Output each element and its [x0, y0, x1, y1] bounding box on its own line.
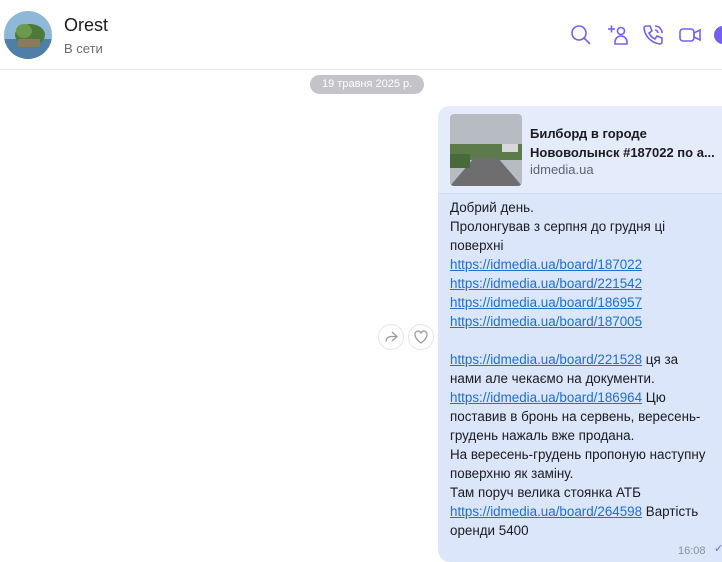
- message-text: Добрий день. Пролонгував з серпня до гру…: [450, 198, 720, 540]
- more-icon[interactable]: [714, 26, 722, 44]
- message-bubble[interactable]: Билборд в городе Нововолынск #187022 по …: [438, 106, 722, 562]
- search-icon[interactable]: [568, 22, 594, 48]
- read-check-icon: ✓✓: [714, 543, 722, 555]
- board-link[interactable]: https://idmedia.ua/board/187005: [450, 314, 642, 329]
- message-time: 16:08: [678, 545, 706, 557]
- link-preview[interactable]: Билборд в городе Нововолынск #187022 по …: [438, 106, 722, 194]
- message-text-span: Вартість: [642, 504, 699, 519]
- message-line: грудень нажаль вже продана.: [450, 428, 635, 443]
- message-line: поставив в бронь на сервень, вересень-: [450, 409, 701, 424]
- video-call-icon[interactable]: [677, 22, 703, 48]
- message-line: Пролонгував з серпня до грудня ці: [450, 219, 666, 234]
- avatar[interactable]: [4, 11, 52, 59]
- preview-site: idmedia.ua: [530, 162, 594, 177]
- preview-image: [450, 114, 522, 186]
- message-line: оренди 5400: [450, 523, 529, 538]
- message-line: нами але чекаємо на документи.: [450, 371, 655, 386]
- board-link[interactable]: https://idmedia.ua/board/221528: [450, 352, 642, 367]
- message-line: Там поруч велика стоянка АТБ: [450, 485, 641, 500]
- message-line: поверхню як заміну.: [450, 466, 574, 481]
- contact-status: В сети: [64, 41, 103, 56]
- message-text-span: Цю: [642, 390, 666, 405]
- board-link[interactable]: https://idmedia.ua/board/264598: [450, 504, 642, 519]
- forward-icon[interactable]: [378, 324, 404, 350]
- board-link[interactable]: https://idmedia.ua/board/186964: [450, 390, 642, 405]
- like-icon[interactable]: [408, 324, 434, 350]
- message-text-span: ця за: [642, 352, 679, 367]
- message-line: поверхні: [450, 238, 504, 253]
- message-line: Добрий день.: [450, 200, 534, 215]
- board-link[interactable]: https://idmedia.ua/board/186957: [450, 295, 642, 310]
- message-line: На вересень-грудень пропоную наступну: [450, 447, 706, 462]
- add-contact-icon[interactable]: [605, 22, 631, 48]
- date-separator: 19 травня 2025 р.: [310, 75, 425, 94]
- preview-title[interactable]: Билборд в городе Нововолынск #187022 по …: [530, 124, 722, 162]
- chat-header: Orest В сети: [0, 0, 722, 70]
- board-link[interactable]: https://idmedia.ua/board/187022: [450, 257, 642, 272]
- board-link[interactable]: https://idmedia.ua/board/221542: [450, 276, 642, 291]
- contact-name[interactable]: Orest: [64, 15, 108, 36]
- call-icon[interactable]: [640, 22, 666, 48]
